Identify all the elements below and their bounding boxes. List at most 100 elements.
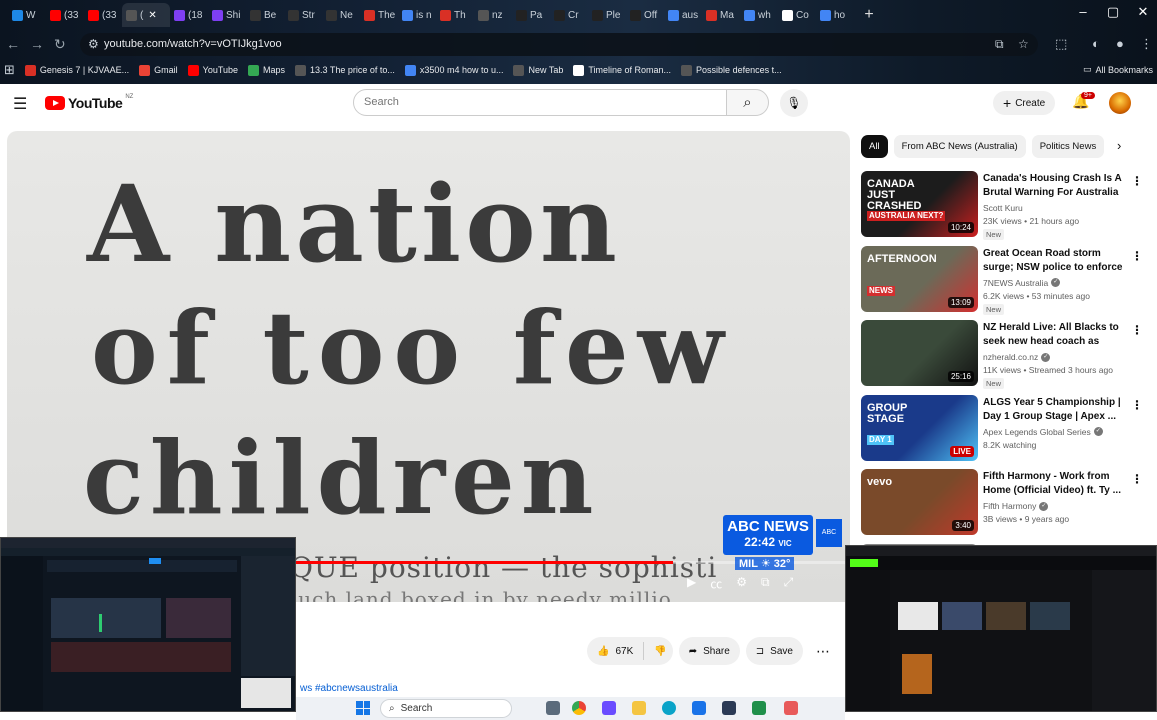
- browser-tab[interactable]: W: [8, 3, 46, 27]
- browser-tab[interactable]: Ma: [702, 3, 740, 27]
- more-options-icon[interactable]: ⋮: [1131, 398, 1143, 412]
- save-button[interactable]: ⊐ Save: [745, 637, 803, 665]
- bookmark-item[interactable]: x3500 m4 how to u...: [404, 64, 503, 76]
- browser-tab[interactable]: (33: [84, 3, 122, 27]
- channel-name[interactable]: Apex Legends Global Series ✓: [983, 427, 1103, 437]
- video-title[interactable]: Great Ocean Road storm surge; NSW police…: [983, 247, 1128, 275]
- more-actions-button[interactable]: ⋯: [809, 637, 837, 665]
- close-tab-icon[interactable]: ✕: [148, 10, 156, 21]
- recommended-video[interactable]: vevo 3:40 Fifth Harmony - Work from Home (…: [861, 469, 1146, 536]
- dislike-button[interactable]: 👎: [654, 646, 666, 657]
- browser-tab[interactable]: Ple: [588, 3, 626, 27]
- bookmark-item[interactable]: New Tab: [513, 64, 563, 76]
- recommended-video[interactable]: GROUP STAGE DAY 1 LIVE ALGS Year 5 Champion…: [861, 394, 1146, 461]
- voice-search-button[interactable]: 🎙: [780, 89, 808, 117]
- more-options-icon[interactable]: ⋮: [1131, 174, 1143, 188]
- stake-window-thumbnail[interactable]: [0, 537, 296, 712]
- install-app-icon[interactable]: ⧉: [995, 37, 1004, 52]
- browser-tab[interactable]: aus: [664, 3, 702, 27]
- filter-chip[interactable]: Politics News: [1031, 135, 1105, 158]
- minimize-icon[interactable]: –: [1068, 4, 1098, 19]
- bookmark-item[interactable]: YouTube: [187, 64, 238, 76]
- chrome-profile-avatar[interactable]: ●: [1116, 36, 1124, 51]
- account-avatar[interactable]: [1109, 92, 1131, 114]
- description-hashtag[interactable]: ws #abcnewsaustralia: [300, 683, 398, 694]
- profile-icon[interactable]: ◐: [1092, 36, 1100, 51]
- windows-start-icon[interactable]: [356, 701, 370, 715]
- browser-tab[interactable]: nz: [474, 3, 512, 27]
- captions-icon[interactable]: ㏄: [710, 575, 722, 592]
- bookmark-item[interactable]: Gmail: [139, 64, 178, 76]
- recommended-video[interactable]: AFTERNOON NEWS 13:09 Great Ocean Road storm…: [861, 245, 1146, 315]
- bookmark-star-icon[interactable]: ☆: [1018, 37, 1029, 51]
- extensions-icon[interactable]: ⬚: [1055, 36, 1067, 52]
- taskbar-search[interactable]: ⌕ Search: [380, 699, 512, 718]
- miniplayer-icon[interactable]: ⧉: [761, 575, 770, 592]
- browser-tab[interactable]: (18: [170, 3, 208, 27]
- address-bar[interactable]: ⚙ youtube.com/watch?v=vOTIJkg1voo ⧉ ☆: [80, 33, 1038, 56]
- video-thumbnail[interactable]: vevo 3:40: [861, 469, 978, 536]
- calculator-icon[interactable]: [722, 701, 736, 715]
- back-icon[interactable]: ←: [6, 36, 20, 52]
- bookmark-item[interactable]: Maps: [248, 64, 285, 76]
- url-text[interactable]: youtube.com/watch?v=vOTIJkg1voo: [104, 38, 282, 50]
- search-box[interactable]: [353, 89, 727, 116]
- browser-tab[interactable]: (✕: [122, 3, 170, 27]
- browser-tab[interactable]: Str: [284, 3, 322, 27]
- kick-window-thumbnail[interactable]: [845, 545, 1157, 712]
- bookmark-item[interactable]: Timeline of Roman...: [573, 64, 671, 76]
- search-button[interactable]: ⌕: [726, 89, 769, 116]
- video-thumbnail[interactable]: AFTERNOON NEWS 13:09: [861, 245, 978, 312]
- app-taskbar-icon-1[interactable]: [602, 701, 616, 715]
- browser-tab[interactable]: Shi: [208, 3, 246, 27]
- settings-gear-icon[interactable]: ⚙: [736, 575, 747, 592]
- browser-tab[interactable]: is n: [398, 3, 436, 27]
- video-thumbnail[interactable]: 25:16: [861, 320, 978, 387]
- all-bookmarks-button[interactable]: ▭ All Bookmarks: [1083, 64, 1153, 75]
- file-explorer-icon[interactable]: [632, 701, 646, 715]
- new-tab-icon[interactable]: +: [860, 6, 878, 24]
- browser-tab[interactable]: Cr: [550, 3, 588, 27]
- reload-icon[interactable]: ↻: [54, 36, 66, 53]
- video-title[interactable]: Fifth Harmony - Work from Home (Official…: [983, 470, 1128, 498]
- video-title[interactable]: NZ Herald Live: All Blacks to seek new h…: [983, 321, 1128, 349]
- video-title[interactable]: ALGS Year 5 Championship | Day 1 Group S…: [983, 396, 1128, 424]
- video-player[interactable]: A nation of too few children QUE positio…: [7, 131, 850, 602]
- filter-chip[interactable]: From ABC News (Australia): [893, 135, 1026, 158]
- autoplay-toggle-icon[interactable]: ▶: [687, 575, 696, 592]
- channel-name[interactable]: nzherald.co.nz ✓: [983, 352, 1051, 362]
- channel-name[interactable]: Fifth Harmony ✓: [983, 501, 1049, 511]
- browser-tab[interactable]: ho: [816, 3, 854, 27]
- more-options-icon[interactable]: ⋮: [1131, 323, 1143, 337]
- browser-tab[interactable]: Be: [246, 3, 284, 27]
- outlook-icon[interactable]: [692, 701, 706, 715]
- share-button[interactable]: ➦ Share: [678, 637, 740, 665]
- search-input[interactable]: [364, 96, 664, 108]
- chevron-right-icon[interactable]: ›: [1117, 138, 1121, 153]
- chrome-taskbar-icon[interactable]: [572, 701, 586, 715]
- fullscreen-icon[interactable]: ⤢: [784, 575, 794, 592]
- apps-grid-icon[interactable]: ⊞: [4, 62, 15, 78]
- like-button[interactable]: 👍 67K: [597, 646, 633, 657]
- forward-icon[interactable]: →: [30, 36, 44, 52]
- channel-name[interactable]: Scott Kuru: [983, 203, 1023, 213]
- browser-tab[interactable]: Pa: [512, 3, 550, 27]
- bookmark-item[interactable]: Genesis 7 | KJVAAE...: [24, 64, 129, 76]
- browser-tab[interactable]: The: [360, 3, 398, 27]
- browser-tab[interactable]: Ne: [322, 3, 360, 27]
- more-options-icon[interactable]: ⋮: [1131, 249, 1143, 263]
- task-view-icon[interactable]: [546, 701, 560, 715]
- maximize-icon[interactable]: ▢: [1098, 4, 1128, 20]
- browser-tab[interactable]: Off: [626, 3, 664, 27]
- recommended-video[interactable]: CANADA JUST CRASHED AUSTRALIA NEXT? 10:24 C…: [861, 171, 1146, 240]
- browser-tab[interactable]: (33: [46, 3, 84, 27]
- browser-tab[interactable]: wh: [740, 3, 778, 27]
- video-thumbnail[interactable]: CANADA JUST CRASHED AUSTRALIA NEXT? 10:24: [861, 171, 978, 237]
- app-taskbar-icon-2[interactable]: [752, 701, 766, 715]
- chrome-menu-icon[interactable]: ⋮: [1140, 36, 1153, 52]
- app-taskbar-icon-3[interactable]: [784, 701, 798, 715]
- browser-tab[interactable]: Co: [778, 3, 816, 27]
- hamburger-menu-icon[interactable]: ☰: [13, 94, 27, 114]
- filter-chip[interactable]: All: [861, 135, 888, 158]
- edge-icon[interactable]: [662, 701, 676, 715]
